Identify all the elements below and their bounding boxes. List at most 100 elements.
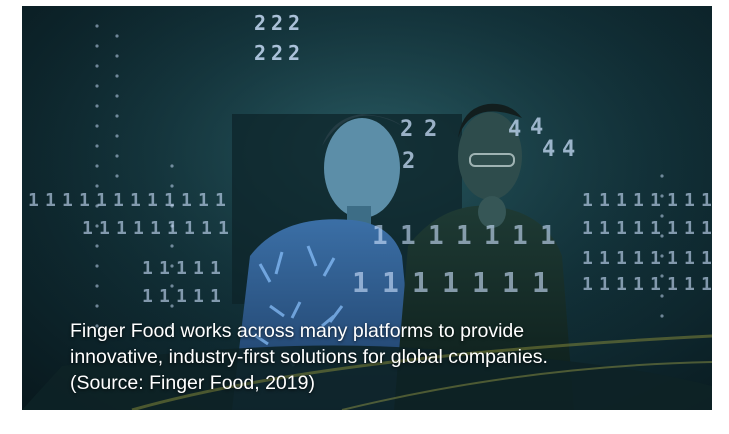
projected-digit: 2 [400, 117, 413, 142]
projected-dot [95, 104, 99, 108]
projected-digit: 1 [633, 190, 644, 211]
projected-digit: 1 [667, 190, 678, 211]
projected-dot [95, 264, 99, 268]
projected-dot [170, 224, 174, 228]
projected-digit: 1 [532, 266, 549, 299]
caption-line-1: Finger Food works across many platforms … [70, 320, 525, 342]
projected-digit: 1 [193, 286, 204, 307]
projected-dot [95, 224, 99, 228]
projected-dot [660, 294, 664, 298]
projected-dot [170, 304, 174, 308]
projected-digit: 1 [382, 266, 399, 299]
projected-digit: 1 [201, 218, 212, 239]
projected-digit: 1 [181, 190, 192, 211]
projected-dot [95, 124, 99, 128]
projected-digit: 1 [512, 221, 528, 251]
projected-dot [95, 64, 99, 68]
projected-digit: 1 [582, 190, 593, 211]
projected-digit: 1 [667, 248, 678, 269]
projected-digit: 1 [193, 258, 204, 279]
projected-digit: 4 [562, 137, 575, 162]
projected-digit: 1 [176, 258, 187, 279]
projected-digit: 1 [99, 218, 110, 239]
projected-digit: 1 [150, 218, 161, 239]
projected-dot [95, 284, 99, 288]
projected-digit: 1 [633, 248, 644, 269]
projected-dot [170, 244, 174, 248]
projected-dot [170, 204, 174, 208]
projected-dot [115, 114, 119, 118]
projected-digit: 1 [650, 274, 661, 295]
projected-dot [660, 214, 664, 218]
projected-digit: 1 [159, 286, 170, 307]
projected-dot [115, 174, 119, 178]
projected-digit: 1 [79, 190, 90, 211]
projected-digit: 1 [667, 274, 678, 295]
projected-digit: 1 [400, 221, 416, 251]
projected-dot [115, 74, 119, 78]
projected-digit: 1 [582, 218, 593, 239]
projected-digit: 1 [45, 190, 56, 211]
projected-dot [115, 34, 119, 38]
projected-dot [95, 44, 99, 48]
projected-digit: 1 [442, 266, 459, 299]
projected-digit: 1 [484, 221, 500, 251]
projected-dot [95, 184, 99, 188]
projected-digit: 1 [113, 190, 124, 211]
projected-dot [170, 184, 174, 188]
projected-dot [95, 144, 99, 148]
projected-digit: 1 [472, 266, 489, 299]
projected-dot [660, 234, 664, 238]
projected-digit: 1 [667, 218, 678, 239]
projected-digit: 1 [116, 218, 127, 239]
projected-digit: 2 [271, 41, 283, 65]
projected-digit: 1 [599, 248, 610, 269]
projected-digit: 1 [650, 218, 661, 239]
projected-dot [95, 164, 99, 168]
projected-dot [115, 154, 119, 158]
projected-digit: 1 [159, 258, 170, 279]
projected-digit: 1 [82, 218, 93, 239]
projected-digit: 2 [402, 149, 415, 174]
projected-digit: 1 [28, 190, 39, 211]
projected-dot [115, 94, 119, 98]
projected-digit: 1 [176, 286, 187, 307]
projected-dot [660, 274, 664, 278]
projected-dot [660, 254, 664, 258]
projected-digit: 1 [701, 274, 712, 295]
projected-digit: 1 [142, 286, 153, 307]
projected-digit: 1 [133, 218, 144, 239]
projected-digit: 4 [542, 137, 555, 162]
caption-line-2: innovative, industry-first solutions for… [70, 346, 548, 368]
projected-digit: 1 [167, 218, 178, 239]
projected-digit: 1 [210, 286, 221, 307]
projected-digit: 1 [210, 258, 221, 279]
photo: 2222222224444111111111111111111111111111… [22, 6, 712, 410]
projected-digit: 1 [616, 190, 627, 211]
projected-digit: 1 [582, 248, 593, 269]
projected-dot [95, 204, 99, 208]
projected-digit: 1 [633, 274, 644, 295]
projected-digit: 1 [616, 218, 627, 239]
projected-dot [95, 304, 99, 308]
projected-digit: 1 [96, 190, 107, 211]
projected-dot [115, 54, 119, 58]
projected-digit: 1 [684, 218, 695, 239]
projected-digit: 1 [684, 190, 695, 211]
projected-digit: 1 [372, 221, 388, 251]
projected-digit: 2 [254, 11, 266, 35]
projected-digit: 1 [599, 218, 610, 239]
projected-digit: 1 [456, 221, 472, 251]
projected-digit: 1 [599, 274, 610, 295]
projected-digit: 1 [684, 248, 695, 269]
projected-digit: 2 [288, 11, 300, 35]
projected-dot [170, 164, 174, 168]
projected-digit: 1 [218, 218, 229, 239]
projected-digit: 1 [650, 190, 661, 211]
projected-digit: 2 [424, 117, 437, 142]
projected-digit: 1 [502, 266, 519, 299]
projected-dot [660, 194, 664, 198]
projected-digit: 1 [142, 258, 153, 279]
projected-digit: 1 [582, 274, 593, 295]
projected-digit: 1 [616, 274, 627, 295]
